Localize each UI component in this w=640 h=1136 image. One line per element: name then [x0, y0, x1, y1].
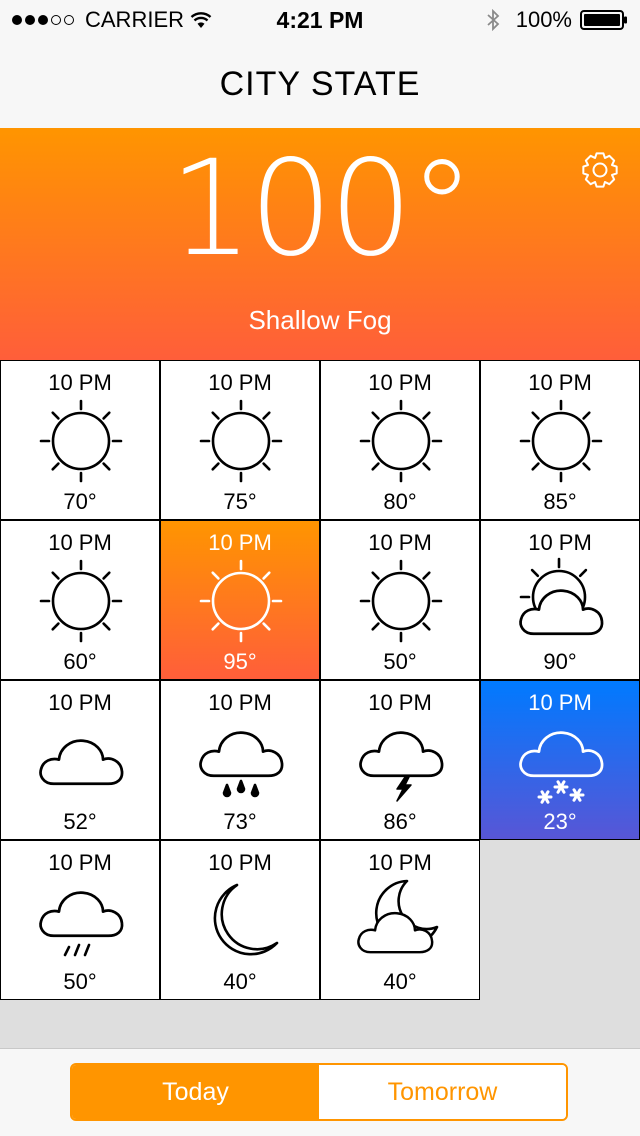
forecast-temperature: 95°: [223, 649, 257, 674]
forecast-cell[interactable]: 10 PM 75°: [160, 360, 320, 520]
partly-cloudy-icon: [519, 557, 604, 636]
forecast-cell[interactable]: 10 PM 23°: [480, 680, 640, 840]
battery-icon: [580, 10, 627, 30]
forecast-cell[interactable]: 10 PM 40°: [320, 840, 480, 1000]
forecast-time: 10 PM: [208, 850, 272, 875]
sun-icon: [199, 399, 283, 483]
forecast-temperature: 85°: [543, 489, 577, 514]
snow-icon: [519, 731, 604, 804]
forecast-cell[interactable]: 10 PM 90°: [480, 520, 640, 680]
drizzle-icon: [39, 891, 124, 957]
bottom-toolbar: Today Tomorrow: [0, 1048, 640, 1136]
tab-today[interactable]: Today: [72, 1065, 319, 1119]
forecast-cell[interactable]: 10 PM 50°: [320, 520, 480, 680]
forecast-temperature: 60°: [63, 649, 97, 674]
forecast-temperature: 90°: [543, 649, 577, 674]
forecast-time: 10 PM: [208, 690, 272, 715]
forecast-time: 10 PM: [48, 850, 112, 875]
forecast-temperature: 23°: [543, 809, 577, 834]
forecast-cell[interactable]: 10 PM 50°: [0, 840, 160, 1000]
forecast-temperature: 80°: [383, 489, 417, 514]
forecast-temperature: 86°: [383, 809, 417, 834]
partly-cloudy-night-icon: [357, 879, 439, 954]
sun-icon: [39, 399, 123, 483]
forecast-time: 10 PM: [48, 690, 112, 715]
cloud-icon: [39, 739, 124, 786]
sun-icon: [359, 399, 443, 483]
forecast-time: 10 PM: [48, 370, 112, 395]
forecast-time: 10 PM: [368, 370, 432, 395]
current-weather-panel: 100° Shallow Fog: [0, 128, 640, 360]
forecast-temperature: 40°: [383, 969, 417, 994]
forecast-temperature: 70°: [63, 489, 97, 514]
day-segmented-control: Today Tomorrow: [70, 1063, 568, 1121]
moon-icon: [213, 883, 279, 956]
sun-icon: [359, 559, 443, 643]
forecast-time: 10 PM: [368, 690, 432, 715]
sun-icon: [519, 399, 603, 483]
forecast-time: 10 PM: [528, 690, 592, 715]
forecast-time: 10 PM: [368, 850, 432, 875]
bluetooth-icon: [487, 9, 500, 31]
settings-gear-icon[interactable]: [578, 148, 622, 192]
current-condition: Shallow Fog: [248, 305, 392, 335]
city-title: CITY STATE: [219, 65, 421, 103]
forecast-cell[interactable]: 10 PM 85°: [480, 360, 640, 520]
forecast-cell[interactable]: 10 PM 40°: [160, 840, 320, 1000]
forecast-temperature: 40°: [223, 969, 257, 994]
forecast-temperature: 52°: [63, 809, 97, 834]
forecast-grid: 10 PM 70° 10 PM 75° 10 PM 80° 10 PM 85° 10 PM 60°…: [0, 360, 640, 1048]
battery-percentage: 100%: [515, 7, 572, 32]
sun-icon: [199, 559, 283, 643]
forecast-cell[interactable]: 10 PM 52°: [0, 680, 160, 840]
forecast-cell[interactable]: 10 PM 80°: [320, 360, 480, 520]
tab-tomorrow[interactable]: Tomorrow: [319, 1065, 566, 1119]
forecast-temperature: 50°: [383, 649, 417, 674]
forecast-time: 10 PM: [48, 530, 112, 555]
forecast-cell[interactable]: 10 PM 86°: [320, 680, 480, 840]
status-right: 100%: [486, 0, 628, 40]
forecast-time: 10 PM: [208, 530, 272, 555]
forecast-cell[interactable]: 10 PM 73°: [160, 680, 320, 840]
forecast-time: 10 PM: [208, 370, 272, 395]
nav-bar: CITY STATE: [0, 40, 640, 128]
forecast-time: 10 PM: [528, 530, 592, 555]
forecast-cell[interactable]: 10 PM 95°: [160, 520, 320, 680]
rain-icon: [199, 731, 284, 798]
forecast-temperature: 50°: [63, 969, 97, 994]
forecast-cell[interactable]: 10 PM 70°: [0, 360, 160, 520]
forecast-time: 10 PM: [368, 530, 432, 555]
forecast-temperature: 73°: [223, 809, 257, 834]
sun-icon: [39, 559, 123, 643]
forecast-cell[interactable]: 10 PM 60°: [0, 520, 160, 680]
status-bar: CARRIER 4:21 PM 100%: [0, 0, 640, 40]
forecast-time: 10 PM: [528, 370, 592, 395]
forecast-temperature: 75°: [223, 489, 257, 514]
thunderstorm-icon: [359, 731, 444, 802]
current-temperature: 100°: [169, 132, 475, 286]
